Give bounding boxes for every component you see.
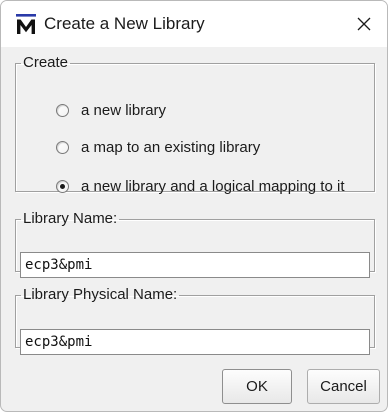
window-title: Create a New Library xyxy=(44,14,205,33)
close-icon xyxy=(356,16,372,32)
create-group-legend: Create xyxy=(23,54,69,71)
cancel-button[interactable]: Cancel xyxy=(307,369,380,404)
library-physical-name-legend: Library Physical Name: xyxy=(23,286,178,303)
radio-button[interactable] xyxy=(56,103,69,117)
radio-label: a new library xyxy=(81,101,167,119)
m-logo-icon xyxy=(15,13,37,35)
radio-option-new-library-logical-mapping[interactable]: a new library and a logical mapping to i… xyxy=(56,175,344,197)
library-name-legend: Library Name: xyxy=(23,210,118,227)
ok-button[interactable]: OK xyxy=(222,369,292,404)
library-name-input[interactable]: ecp3&pmi xyxy=(20,252,370,278)
close-button[interactable] xyxy=(341,1,387,47)
library-physical-name-group: Library Physical Name: ecp3&pmi xyxy=(15,286,375,355)
radio-option-new-library[interactable]: a new library xyxy=(56,99,166,121)
library-name-group: Library Name: ecp3&pmi xyxy=(15,210,375,278)
radio-label: a map to an existing library xyxy=(81,138,261,156)
radio-button[interactable] xyxy=(56,140,69,154)
dialog-window: Create a New Library Create a new librar… xyxy=(0,0,388,412)
create-group: Create a new library a map to an existin… xyxy=(15,54,375,195)
title-bar: Create a New Library xyxy=(1,1,387,47)
radio-label: a new library and a logical mapping to i… xyxy=(81,177,345,195)
library-physical-name-input[interactable]: ecp3&pmi xyxy=(20,329,370,355)
radio-option-map-existing-library[interactable]: a map to an existing library xyxy=(56,136,260,158)
radio-button-selected[interactable] xyxy=(56,179,69,193)
